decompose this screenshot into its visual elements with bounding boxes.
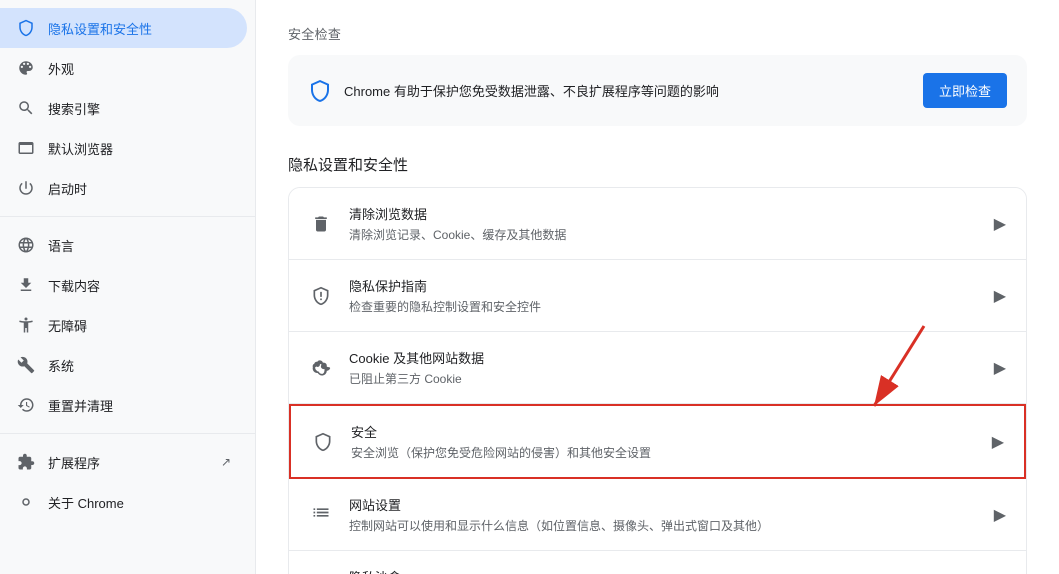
item-title-site-settings: 网站设置 (349, 495, 978, 514)
sidebar-item-extensions-label: 扩展程序 (48, 453, 209, 472)
item-title-sandbox: 隐私沙盒 (349, 567, 977, 574)
item-content-sandbox: 隐私沙盒 试用版功能已开启 (349, 567, 977, 574)
power-icon (16, 178, 36, 198)
sidebar-item-startup-label: 启动时 (48, 179, 231, 198)
search-icon (16, 98, 36, 118)
sidebar-item-search-label: 搜索引擎 (48, 99, 231, 118)
privacy-section-title: 隐私设置和安全性 (288, 154, 1027, 175)
sidebar-item-reset[interactable]: 重置并清理 (0, 385, 247, 425)
item-desc-privacy-guide: 检查重要的隐私控制设置和安全控件 (349, 298, 978, 315)
item-title-privacy-guide: 隐私保护指南 (349, 276, 978, 295)
sidebar-item-accessibility[interactable]: 无障碍 (0, 305, 247, 345)
sidebar-item-search[interactable]: 搜索引擎 (0, 88, 247, 128)
external-link-icon: ↗ (221, 455, 231, 469)
trash-icon (309, 212, 333, 236)
main-content: 安全检查 Chrome 有助于保护您免受数据泄露、不良扩展程序等问题的影响 立即… (256, 0, 1059, 574)
sidebar-item-browser[interactable]: 默认浏览器 (0, 128, 247, 168)
sidebar-item-about-label: 关于 Chrome (48, 493, 231, 512)
security-item-icon (311, 430, 335, 454)
item-title-clear-browsing: 清除浏览数据 (349, 204, 978, 223)
sidebar-item-extensions[interactable]: 扩展程序 ↗ (0, 442, 247, 482)
item-title-security: 安全 (351, 422, 976, 441)
site-settings-icon (309, 503, 333, 527)
sidebar-item-browser-label: 默认浏览器 (48, 139, 231, 158)
palette-icon (16, 58, 36, 78)
privacy-guide-icon (309, 284, 333, 308)
sidebar-item-accessibility-label: 无障碍 (48, 316, 231, 335)
sidebar-item-downloads[interactable]: 下载内容 (0, 265, 247, 305)
sidebar-item-reset-label: 重置并清理 (48, 396, 231, 415)
settings-item-security[interactable]: 安全 安全浏览（保护您免受危险网站的侵害）和其他安全设置 ▶ (289, 404, 1026, 479)
sidebar-item-language[interactable]: 语言 (0, 225, 247, 265)
item-desc-security: 安全浏览（保护您免受危险网站的侵害）和其他安全设置 (351, 444, 976, 461)
sidebar: 隐私设置和安全性 外观 搜索引擎 默认浏览器 启 (0, 0, 256, 574)
item-desc-site-settings: 控制网站可以使用和显示什么信息（如位置信息、摄像头、弹出式窗口及其他） (349, 517, 978, 534)
sidebar-item-about[interactable]: 关于 Chrome (0, 482, 247, 522)
sidebar-item-privacy[interactable]: 隐私设置和安全性 (0, 8, 247, 48)
security-check-text: Chrome 有助于保护您免受数据泄露、不良扩展程序等问题的影响 (344, 81, 911, 100)
chrome-icon (16, 492, 36, 512)
chevron-right-icon-4: ▶ (992, 432, 1004, 452)
accessibility-icon (16, 315, 36, 335)
wrench-icon (16, 355, 36, 375)
settings-item-clear-browsing[interactable]: 清除浏览数据 清除浏览记录、Cookie、缓存及其他数据 ▶ (289, 188, 1026, 260)
sidebar-item-startup[interactable]: 启动时 (0, 168, 247, 208)
settings-item-sandbox[interactable]: 隐私沙盒 试用版功能已开启 ↗ (289, 551, 1026, 574)
chevron-right-icon-5: ▶ (994, 505, 1006, 525)
settings-item-privacy-guide[interactable]: 隐私保护指南 检查重要的隐私控制设置和安全控件 ▶ (289, 260, 1026, 332)
sidebar-item-privacy-label: 隐私设置和安全性 (48, 19, 231, 38)
security-check-button[interactable]: 立即检查 (923, 73, 1007, 108)
settings-item-site-settings[interactable]: 网站设置 控制网站可以使用和显示什么信息（如位置信息、摄像头、弹出式窗口及其他）… (289, 479, 1026, 551)
cookie-icon (309, 356, 333, 380)
settings-item-cookies[interactable]: Cookie 及其他网站数据 已阻止第三方 Cookie ▶ (289, 332, 1026, 404)
sidebar-divider (0, 216, 255, 217)
item-desc-cookies: 已阻止第三方 Cookie (349, 370, 978, 387)
sidebar-item-language-label: 语言 (48, 236, 231, 255)
chevron-right-icon-3: ▶ (994, 358, 1006, 378)
item-content-clear-browsing: 清除浏览数据 清除浏览记录、Cookie、缓存及其他数据 (349, 204, 978, 243)
shield-icon (16, 18, 36, 38)
globe-icon (16, 235, 36, 255)
sidebar-item-appearance-label: 外观 (48, 59, 231, 78)
puzzle-icon (16, 452, 36, 472)
security-check-title: 安全检查 (288, 24, 1027, 43)
settings-list: 清除浏览数据 清除浏览记录、Cookie、缓存及其他数据 ▶ 隐私保护指南 检查… (288, 187, 1027, 574)
item-title-cookies: Cookie 及其他网站数据 (349, 348, 978, 367)
download-icon (16, 275, 36, 295)
item-content-cookies: Cookie 及其他网站数据 已阻止第三方 Cookie (349, 348, 978, 387)
sidebar-item-appearance[interactable]: 外观 (0, 48, 247, 88)
browser-icon (16, 138, 36, 158)
sidebar-item-system-label: 系统 (48, 356, 231, 375)
item-content-site-settings: 网站设置 控制网站可以使用和显示什么信息（如位置信息、摄像头、弹出式窗口及其他） (349, 495, 978, 534)
item-content-privacy-guide: 隐私保护指南 检查重要的隐私控制设置和安全控件 (349, 276, 978, 315)
sidebar-divider-2 (0, 433, 255, 434)
sidebar-item-system[interactable]: 系统 (0, 345, 247, 385)
sidebar-item-downloads-label: 下载内容 (48, 276, 231, 295)
chevron-right-icon: ▶ (994, 214, 1006, 234)
item-desc-clear-browsing: 清除浏览记录、Cookie、缓存及其他数据 (349, 226, 978, 243)
chevron-right-icon-2: ▶ (994, 286, 1006, 306)
reset-icon (16, 395, 36, 415)
security-check-card: Chrome 有助于保护您免受数据泄露、不良扩展程序等问题的影响 立即检查 (288, 55, 1027, 126)
item-content-security: 安全 安全浏览（保护您免受危险网站的侵害）和其他安全设置 (351, 422, 976, 461)
security-shield-icon (308, 79, 332, 103)
